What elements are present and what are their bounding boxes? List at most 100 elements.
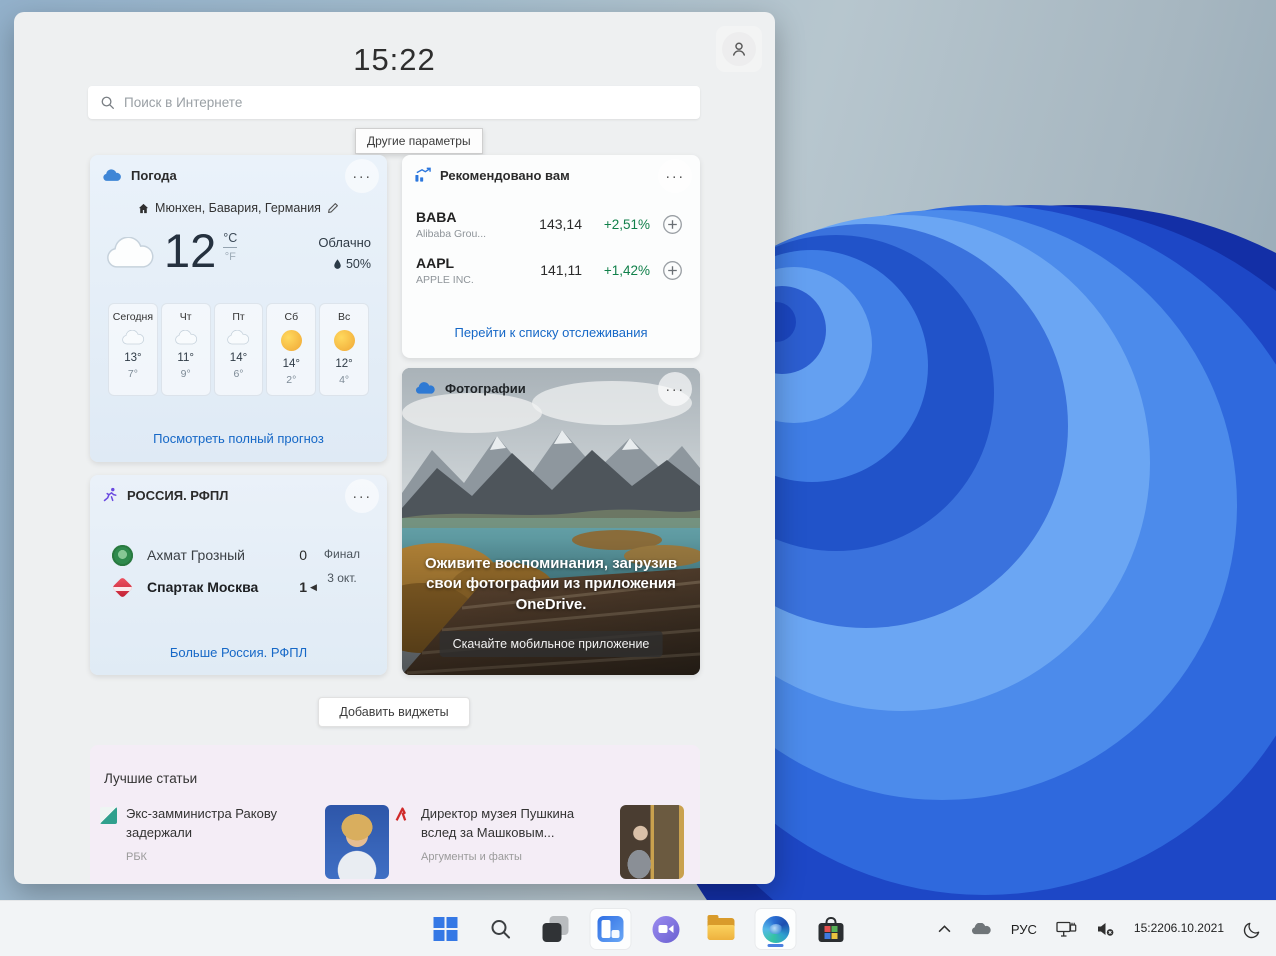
articles-row: Экс-замминистра Ракову задержали РБК Дир… <box>100 805 690 879</box>
taskbar-search-button[interactable] <box>481 909 521 949</box>
match-team1-row: Ахмат Грозный 0 <box>112 543 307 567</box>
network-tray-button[interactable] <box>1050 909 1083 949</box>
photos-title: Фотографии <box>445 380 526 396</box>
stock-row-aapl[interactable]: AAPL APPLE INC. 141,11 +1,42% <box>416 251 686 289</box>
cloudy-icon <box>174 330 197 345</box>
weather-location-row[interactable]: Мюнхен, Бавария, Германия <box>90 201 387 215</box>
forecast-day: Сб 14° 2° <box>266 303 317 396</box>
team1-score: 0 <box>299 547 307 563</box>
news-article[interactable]: Экс-замминистра Ракову задержали РБК <box>100 805 395 879</box>
full-forecast-link[interactable]: Посмотреть полный прогноз <box>153 431 324 446</box>
speaker-muted-icon <box>1097 923 1114 936</box>
volume-muted-button[interactable] <box>1090 909 1121 949</box>
web-search-bar[interactable] <box>88 86 700 119</box>
match-status: Финал <box>323 547 361 561</box>
plus-circle-icon <box>663 214 682 234</box>
sports-more-button[interactable]: ··· <box>345 479 379 513</box>
add-to-watchlist-button[interactable] <box>662 214 683 235</box>
droplet-icon <box>334 259 341 269</box>
stock-change: +1,42% <box>603 262 650 278</box>
avatar <box>722 32 756 66</box>
widgets-button[interactable] <box>590 909 631 949</box>
article-source: РБК <box>126 850 147 863</box>
more-options-tooltip: Другие параметры <box>355 128 483 154</box>
condition-text: Облачно <box>318 235 371 250</box>
start-button[interactable] <box>426 909 466 949</box>
news-section-title: Лучшие статьи <box>104 771 198 786</box>
sports-widget[interactable]: РОССИЯ. РФПЛ ··· Ахмат Грозный 0 Спартак… <box>90 475 387 675</box>
add-to-watchlist-button[interactable] <box>662 260 683 281</box>
stock-row-baba[interactable]: BABA Alibaba Grou... 143,14 +2,51% <box>416 205 686 243</box>
weather-condition-block: Облачно 50% <box>318 235 371 271</box>
match-team2-row: Спартак Москва 1 ◀ <box>111 575 317 599</box>
news-article[interactable]: Директор музея Пушкина вслед за Машковым… <box>395 805 690 879</box>
taskbar-center-icons <box>426 901 851 956</box>
focus-assist-button[interactable] <box>1237 909 1268 949</box>
running-app-indicator <box>767 944 784 947</box>
add-widgets-button[interactable]: Добавить виджеты <box>318 697 470 727</box>
photos-header: Фотографии <box>402 368 700 408</box>
task-view-button[interactable] <box>536 909 576 949</box>
precipitation-row: 50% <box>318 257 371 271</box>
article-body: Экс-замминистра Ракову задержали РБК <box>126 805 302 863</box>
teams-chat-icon <box>652 915 679 943</box>
microsoft-store-button[interactable] <box>811 909 851 949</box>
team2-name: Спартак Москва <box>147 579 259 595</box>
forecast-day: Сегодня 13° 7° <box>108 303 158 396</box>
hidden-icons-button[interactable] <box>932 909 957 949</box>
unit-fahrenheit[interactable]: °F <box>223 251 237 263</box>
sunny-icon <box>280 330 302 351</box>
article-thumbnail <box>325 805 389 879</box>
forecast-day: Чт 11° 9° <box>160 303 211 396</box>
edit-pencil-icon[interactable] <box>327 202 339 214</box>
search-input[interactable] <box>124 95 688 110</box>
plus-circle-icon <box>663 260 682 280</box>
ethernet-network-icon <box>1056 921 1077 937</box>
stocks-more-button[interactable]: ··· <box>658 159 692 193</box>
onedrive-tray-button[interactable] <box>964 909 998 949</box>
taskbar-clock[interactable]: 15:22 06.10.2021 <box>1128 909 1230 949</box>
unit-toggle[interactable]: °C °F <box>223 231 238 263</box>
stock-price: 143,14 <box>539 216 582 232</box>
file-explorer-button[interactable] <box>701 909 741 949</box>
sports-title: РОССИЯ. РФПЛ <box>127 487 229 503</box>
weather-more-button[interactable]: ··· <box>345 159 379 193</box>
search-icon <box>491 920 510 939</box>
weather-current: 12 °C °F <box>104 224 238 277</box>
stocks-widget[interactable]: Рекомендовано вам ··· BABA Alibaba Grou.… <box>402 155 700 358</box>
photos-widget[interactable]: Фотографии ··· Оживите воспоминания, заг… <box>402 368 700 675</box>
spartak-team-badge <box>111 576 134 598</box>
folder-icon <box>707 915 734 940</box>
current-temperature: 12 <box>164 224 217 277</box>
account-button[interactable] <box>716 26 762 72</box>
stock-price: 141,11 <box>540 262 582 278</box>
weather-forecast-link-row: Посмотреть полный прогноз <box>90 430 387 448</box>
person-icon <box>732 42 746 56</box>
more-league-link[interactable]: Больше Россия. РФПЛ <box>170 645 307 660</box>
chat-button[interactable] <box>646 909 686 949</box>
sports-link-row: Больше Россия. РФПЛ <box>90 644 387 662</box>
panel-clock: 15:22 <box>353 42 436 77</box>
taskbar: РУС 15:22 06.10.2021 <box>0 900 1276 956</box>
article-source: Аргументы и факты <box>421 850 522 863</box>
system-tray: РУС 15:22 06.10.2021 <box>932 901 1268 956</box>
akhmat-team-badge <box>112 544 133 566</box>
download-app-button[interactable]: Скачайте мобильное приложение <box>439 631 663 657</box>
photos-more-button[interactable]: ··· <box>658 372 692 406</box>
edge-button[interactable] <box>755 909 796 949</box>
weather-header: Погода <box>90 155 387 195</box>
team1-name: Ахмат Грозный <box>147 547 245 563</box>
article-title: Директор музея Пушкина вслед за Машковым… <box>421 806 575 840</box>
team2-score: 1 <box>299 579 307 595</box>
widgets-panel: 15:22 Другие параметры Погода ··· <box>14 12 775 884</box>
sunny-icon <box>333 330 355 351</box>
weather-widget[interactable]: Погода ··· Мюнхен, Бавария, Германия 12 … <box>90 155 387 462</box>
watchlist-link[interactable]: Перейти к списку отслеживания <box>454 325 647 340</box>
language-indicator[interactable]: РУС <box>1005 909 1043 949</box>
cloudy-icon <box>227 330 250 345</box>
news-feed-section: Лучшие статьи Экс-замминистра Ракову зад… <box>90 745 700 884</box>
unit-celsius[interactable]: °C <box>223 231 238 248</box>
edge-browser-icon <box>762 915 789 943</box>
match-status-block: Финал 3 окт. <box>311 547 373 585</box>
store-bag-icon <box>818 916 843 942</box>
